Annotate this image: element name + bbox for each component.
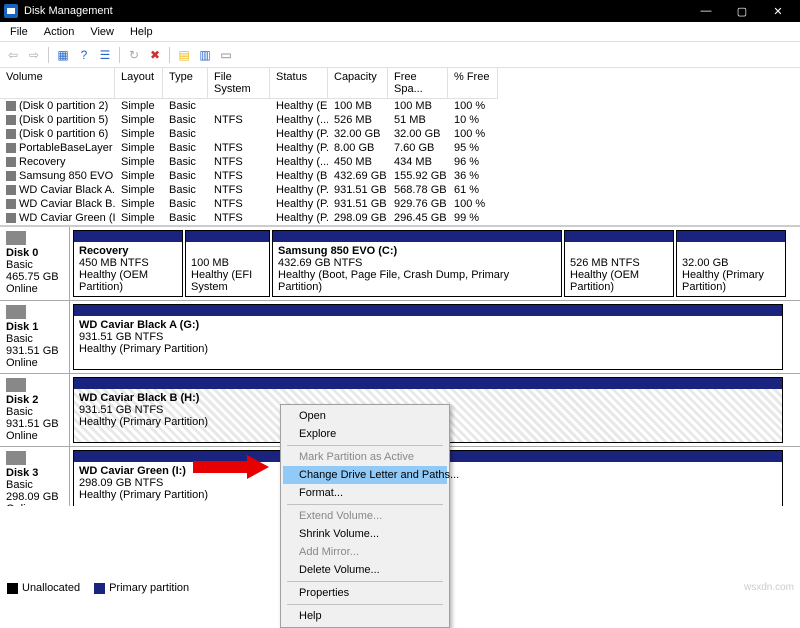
menu-file[interactable]: File	[2, 24, 36, 40]
disk-label[interactable]: Disk 0Basic465.75 GBOnline	[0, 227, 70, 300]
context-menu: Open Explore Mark Partition as Active Ch…	[280, 404, 450, 628]
ctx-open[interactable]: Open	[283, 407, 447, 425]
col-volume[interactable]: Volume	[0, 68, 115, 99]
table-row[interactable]: Samsung 850 EVO ...SimpleBasicNTFSHealth…	[0, 169, 800, 183]
legend-primary: Primary partition	[109, 582, 189, 594]
menubar: File Action View Help	[0, 22, 800, 42]
col-status[interactable]: Status	[270, 68, 328, 99]
table-row[interactable]: PortableBaseLayerSimpleBasicNTFSHealthy …	[0, 141, 800, 155]
ctx-format[interactable]: Format...	[283, 484, 447, 502]
ctx-shrink[interactable]: Shrink Volume...	[283, 525, 447, 543]
table-row[interactable]: (Disk 0 partition 6)SimpleBasicHealthy (…	[0, 127, 800, 141]
annotation-arrow	[193, 455, 273, 479]
col-capacity[interactable]: Capacity	[328, 68, 388, 99]
menu-help[interactable]: Help	[122, 24, 161, 40]
table-row[interactable]: WD Caviar Black B...SimpleBasicNTFSHealt…	[0, 197, 800, 211]
table-row[interactable]: RecoverySimpleBasicNTFSHealthy (...450 M…	[0, 155, 800, 169]
disk-label[interactable]: Disk 3Basic298.09 GBOnline	[0, 447, 70, 506]
ctx-extend: Extend Volume...	[283, 507, 447, 525]
volume-grid: Volume Layout Type File System Status Ca…	[0, 68, 800, 226]
disk-row: Disk 0Basic465.75 GBOnlineRecovery450 MB…	[0, 227, 800, 301]
menu-action[interactable]: Action	[36, 24, 83, 40]
ctx-explore[interactable]: Explore	[283, 425, 447, 443]
menu-view[interactable]: View	[82, 24, 122, 40]
table-row[interactable]: (Disk 0 partition 2)SimpleBasicHealthy (…	[0, 99, 800, 113]
partition[interactable]: 32.00 GBHealthy (Primary Partition)	[676, 230, 786, 297]
ctx-properties[interactable]: Properties	[283, 584, 447, 602]
action1-icon[interactable]: ▤	[175, 46, 193, 64]
ctx-change-letter[interactable]: Change Drive Letter and Paths...	[283, 466, 447, 484]
close-button[interactable]: ✕	[760, 0, 796, 22]
titlebar: Disk Management — ▢ ✕	[0, 0, 800, 22]
minimize-button[interactable]: —	[688, 0, 724, 22]
ctx-mirror: Add Mirror...	[283, 543, 447, 561]
rescan-icon[interactable]: ↻	[125, 46, 143, 64]
action3-icon[interactable]: ▭	[217, 46, 235, 64]
table-row[interactable]: WD Caviar Black A...SimpleBasicNTFSHealt…	[0, 183, 800, 197]
ctx-delete[interactable]: Delete Volume...	[283, 561, 447, 579]
col-pct[interactable]: % Free	[448, 68, 498, 99]
col-type[interactable]: Type	[163, 68, 208, 99]
disk-label[interactable]: Disk 2Basic931.51 GBOnline	[0, 374, 70, 446]
partition[interactable]: Recovery450 MB NTFSHealthy (OEM Partitio…	[73, 230, 183, 297]
table-row[interactable]: (Disk 0 partition 5)SimpleBasicNTFSHealt…	[0, 113, 800, 127]
ctx-help[interactable]: Help	[283, 607, 447, 625]
action2-icon[interactable]: ▥	[196, 46, 214, 64]
col-free[interactable]: Free Spa...	[388, 68, 448, 99]
back-icon[interactable]: ⇦	[4, 46, 22, 64]
legend: Unallocated Primary partition	[4, 579, 192, 597]
partition[interactable]: 526 MB NTFSHealthy (OEM Partition)	[564, 230, 674, 297]
col-fs[interactable]: File System	[208, 68, 270, 99]
forward-icon[interactable]: ⇨	[25, 46, 43, 64]
delete-icon[interactable]: ✖	[146, 46, 164, 64]
list-icon[interactable]: ☰	[96, 46, 114, 64]
table-row[interactable]: WD Caviar Green (I:)SimpleBasicNTFSHealt…	[0, 211, 800, 225]
col-layout[interactable]: Layout	[115, 68, 163, 99]
partition[interactable]: 100 MBHealthy (EFI System	[185, 230, 270, 297]
settings-icon[interactable]: ▦	[54, 46, 72, 64]
grid-header: Volume Layout Type File System Status Ca…	[0, 68, 800, 99]
app-icon	[4, 4, 18, 18]
toolbar: ⇦ ⇨ ▦ ? ☰ ↻ ✖ ▤ ▥ ▭	[0, 42, 800, 68]
legend-unalloc: Unallocated	[22, 582, 80, 594]
watermark: wsxdn.com	[744, 582, 794, 593]
partition[interactable]: WD Caviar Black A (G:)931.51 GB NTFSHeal…	[73, 304, 783, 370]
ctx-mark-active: Mark Partition as Active	[283, 448, 447, 466]
disk-label[interactable]: Disk 1Basic931.51 GBOnline	[0, 301, 70, 373]
maximize-button[interactable]: ▢	[724, 0, 760, 22]
help-icon[interactable]: ?	[75, 46, 93, 64]
disk-row: Disk 1Basic931.51 GBOnlineWD Caviar Blac…	[0, 301, 800, 374]
window-title: Disk Management	[24, 5, 113, 17]
partition[interactable]: Samsung 850 EVO (C:)432.69 GB NTFSHealth…	[272, 230, 562, 297]
